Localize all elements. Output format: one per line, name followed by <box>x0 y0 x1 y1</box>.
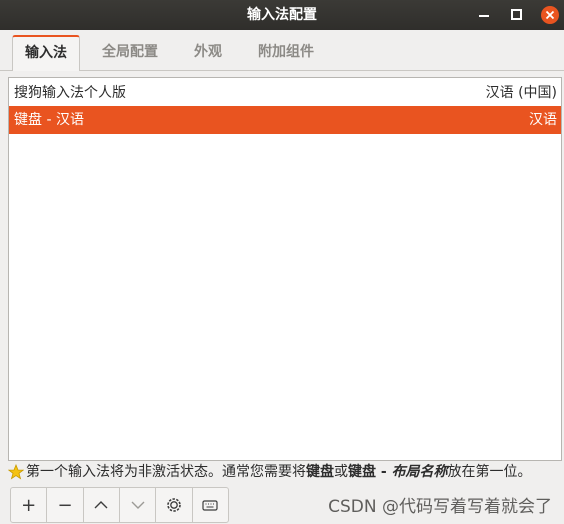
tab-addons[interactable]: 附加组件 <box>248 36 324 68</box>
list-toolbar: + − <box>10 487 229 523</box>
input-method-language: 汉语 (中国) <box>485 85 557 101</box>
tab-global-config[interactable]: 全局配置 <box>92 36 168 68</box>
window-titlebar: 输入法配置 <box>0 0 564 30</box>
hint-bold-keyboard: 键盘 <box>306 464 334 480</box>
tab-bar: 输入法 全局配置 外观 附加组件 <box>0 30 564 71</box>
watermark: CSDN @代码写着写着就会了 <box>328 497 552 517</box>
move-up-button[interactable] <box>84 488 120 522</box>
input-method-name: 搜狗输入法个人版 <box>14 85 126 101</box>
keyboard-layout-button[interactable] <box>193 488 228 522</box>
minimize-button[interactable] <box>474 5 494 25</box>
maximize-icon <box>511 9 522 20</box>
tab-input-method[interactable]: 输入法 <box>12 35 80 71</box>
move-down-button[interactable] <box>120 488 157 522</box>
hint-part3: 放在第一位。 <box>447 464 532 480</box>
remove-button[interactable]: − <box>47 488 84 522</box>
input-method-list[interactable]: 搜狗输入法个人版 汉语 (中国) 键盘 - 汉语 汉语 <box>8 77 562 461</box>
gear-icon <box>167 498 181 512</box>
list-item-selected[interactable]: 键盘 - 汉语 汉语 <box>9 106 561 134</box>
hint-part1: 第一个输入法将为非激活状态。通常您需要将 <box>26 464 306 480</box>
maximize-button[interactable] <box>506 5 526 25</box>
chevron-up-icon <box>94 501 108 509</box>
star-icon <box>8 464 24 480</box>
tab-appearance[interactable]: 外观 <box>182 36 234 68</box>
keyboard-icon <box>202 500 218 511</box>
add-button[interactable]: + <box>11 488 48 522</box>
configure-button[interactable] <box>156 488 193 522</box>
hint-text: 第一个输入法将为非激活状态。通常您需要将键盘或键盘 - 布局名称放在第一位。 <box>8 462 564 482</box>
hint-part2: 或 <box>334 464 348 480</box>
input-method-language: 汉语 <box>529 112 557 128</box>
hint-italic-layout-name: 布局名称 <box>391 464 448 480</box>
input-method-name: 键盘 - 汉语 <box>14 112 84 128</box>
close-icon <box>541 6 559 24</box>
hint-bold-keyboard-layout: 键盘 - <box>348 464 392 480</box>
chevron-down-icon <box>131 501 145 509</box>
close-button[interactable] <box>540 5 560 25</box>
list-item[interactable]: 搜狗输入法个人版 汉语 (中国) <box>9 79 561 107</box>
minimize-icon <box>479 15 489 17</box>
